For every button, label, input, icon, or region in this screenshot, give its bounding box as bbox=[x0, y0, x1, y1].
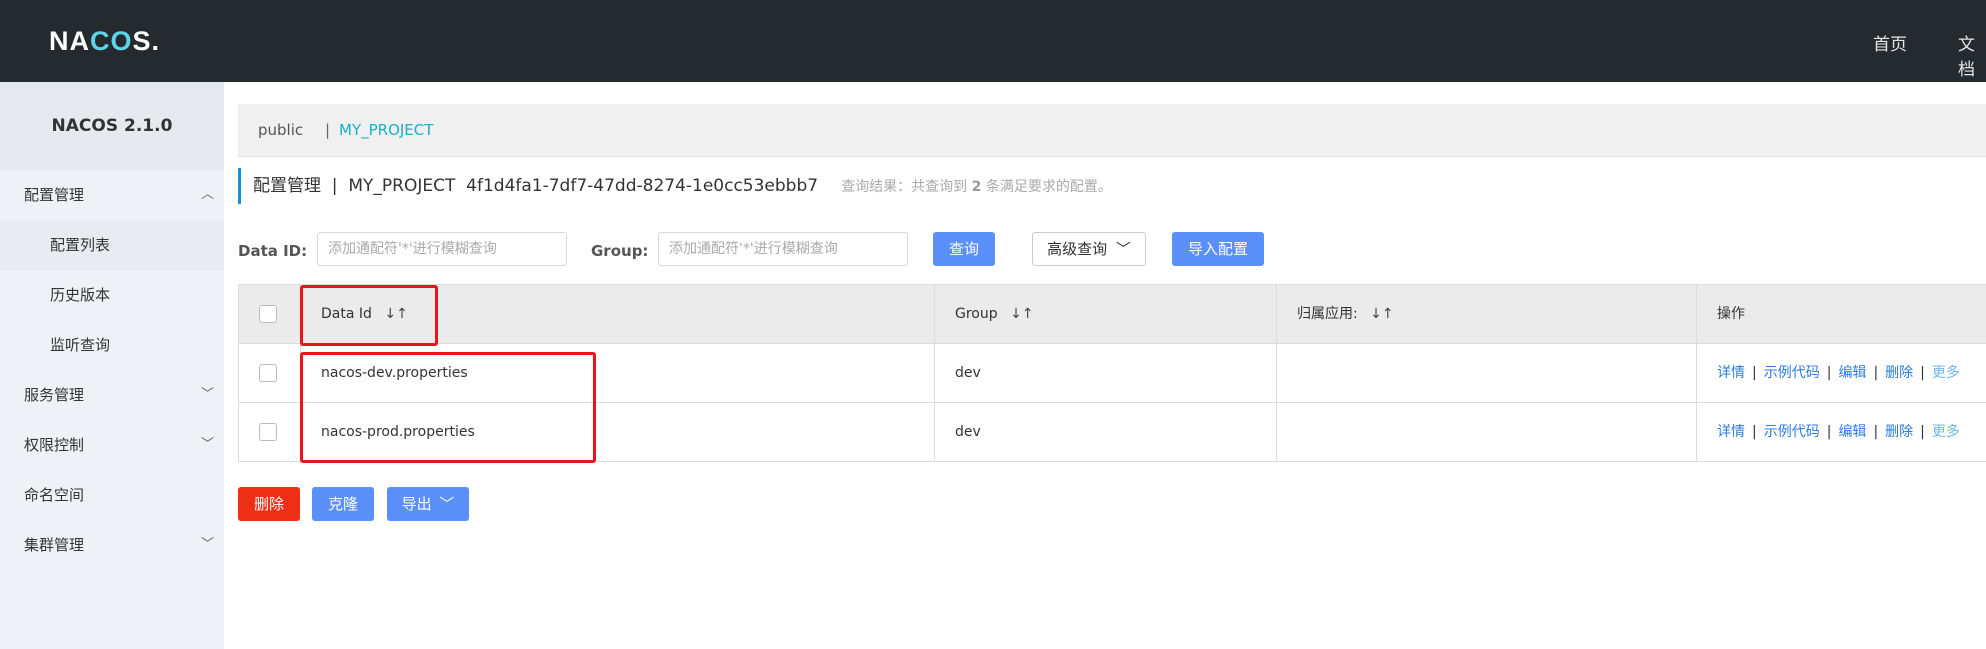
edit-link[interactable]: 编辑 bbox=[1838, 365, 1866, 381]
sidebar-item-label: 监听查询 bbox=[50, 336, 111, 354]
clone-button[interactable]: 克隆 bbox=[312, 487, 374, 521]
delete-link[interactable]: 删除 bbox=[1885, 365, 1913, 381]
query-result-hint: 查询结果：共查询到 2 条满足要求的配置。 bbox=[841, 179, 1112, 195]
advanced-query-label: 高级查询 bbox=[1047, 240, 1108, 258]
data-id-search-input[interactable] bbox=[317, 232, 567, 266]
data-id-cell: nacos-dev.properties bbox=[301, 344, 935, 402]
operations-cell: 详情 | 示例代码 | 编辑 | 删除 | 更多 bbox=[1697, 344, 1986, 402]
chevron-down-icon: ﹀ bbox=[1115, 240, 1131, 258]
sidebar-item-label: 权限控制 bbox=[24, 436, 85, 454]
sidebar: NACOS 2.1.0 配置管理 ︿ 配置列表 历史版本 监听查询 服务管理 ﹀… bbox=[0, 82, 224, 649]
sidebar-item-label: 命名空间 bbox=[24, 486, 85, 504]
sidebar-item-namespace[interactable]: 命名空间 bbox=[0, 470, 224, 520]
sample-code-link[interactable]: 示例代码 bbox=[1764, 365, 1820, 381]
group-cell: dev bbox=[935, 403, 1277, 461]
hint-prefix: 查询结果：共查询到 bbox=[841, 179, 968, 195]
namespace-current-link[interactable]: MY_PROJECT bbox=[339, 104, 433, 156]
select-all-cell bbox=[239, 285, 301, 343]
detail-link[interactable]: 详情 bbox=[1717, 424, 1745, 440]
hint-count: 2 bbox=[971, 179, 982, 195]
sidebar-item-label: 集群管理 bbox=[24, 536, 85, 554]
select-all-checkbox[interactable] bbox=[259, 305, 277, 323]
sort-icon[interactable]: ↓↑ bbox=[1370, 306, 1393, 322]
page-title-text: 配置管理 | MY_PROJECT 4f1d4fa1-7df7-47dd-827… bbox=[253, 176, 819, 196]
sort-icon[interactable]: ↓↑ bbox=[1010, 306, 1033, 322]
sidebar-item-permission-control[interactable]: 权限控制 ﹀ bbox=[0, 420, 224, 470]
sidebar-item-config-list[interactable]: 配置列表 bbox=[0, 220, 224, 270]
app-cell bbox=[1277, 403, 1697, 461]
namespace-separator: | bbox=[325, 121, 331, 139]
sidebar-item-cluster-management[interactable]: 集群管理 ﹀ bbox=[0, 520, 224, 570]
row-checkbox[interactable] bbox=[259, 423, 277, 441]
sidebar-item-label: 配置管理 bbox=[24, 186, 85, 204]
column-label: Data Id bbox=[321, 306, 372, 322]
row-checkbox[interactable] bbox=[259, 364, 277, 382]
sidebar-item-label: 历史版本 bbox=[50, 286, 111, 304]
more-link[interactable]: 更多 bbox=[1932, 365, 1960, 381]
namespace-public-link[interactable]: public bbox=[258, 104, 303, 156]
group-cell: dev bbox=[935, 344, 1277, 402]
group-search-input[interactable] bbox=[658, 232, 908, 266]
op-separator: | bbox=[1826, 424, 1832, 440]
sort-icon[interactable]: ↓↑ bbox=[384, 306, 407, 322]
chevron-down-icon: ﹀ bbox=[200, 387, 214, 402]
sidebar-item-label: 服务管理 bbox=[24, 386, 85, 404]
op-separator: | bbox=[1752, 424, 1757, 440]
op-separator: | bbox=[1752, 365, 1757, 381]
column-label: Group bbox=[955, 306, 998, 322]
hint-suffix: 条满足要求的配置。 bbox=[985, 179, 1112, 195]
table-header-row: Data Id ↓↑ Group ↓↑ 归属应用: ↓↑ 操作 bbox=[239, 285, 1986, 344]
chevron-up-icon: ︿ bbox=[200, 187, 214, 202]
advanced-query-button[interactable]: 高级查询 ﹀ bbox=[1032, 232, 1146, 266]
column-header-data-id[interactable]: Data Id ↓↑ bbox=[301, 285, 935, 343]
data-id-label: Data ID: bbox=[238, 242, 308, 260]
sample-code-link[interactable]: 示例代码 bbox=[1764, 424, 1820, 440]
operations-cell: 详情 | 示例代码 | 编辑 | 删除 | 更多 bbox=[1697, 403, 1986, 461]
export-button[interactable]: 导出 ﹀ bbox=[387, 487, 469, 521]
row-select-cell bbox=[239, 344, 301, 402]
column-header-app[interactable]: 归属应用: ↓↑ bbox=[1277, 285, 1697, 343]
op-separator: | bbox=[1826, 365, 1832, 381]
chevron-down-icon: ﹀ bbox=[439, 495, 455, 513]
query-button[interactable]: 查询 bbox=[933, 232, 995, 266]
main-content: public | MY_PROJECT 配置管理 | MY_PROJECT 4f… bbox=[224, 82, 1986, 649]
page-title: 配置管理 | MY_PROJECT 4f1d4fa1-7df7-47dd-827… bbox=[238, 168, 1112, 204]
sidebar-item-config-management[interactable]: 配置管理 ︿ bbox=[0, 170, 224, 220]
sidebar-item-history[interactable]: 历史版本 bbox=[0, 270, 224, 320]
op-separator: | bbox=[1873, 424, 1879, 440]
group-label: Group: bbox=[591, 242, 649, 260]
sidebar-item-listener-query[interactable]: 监听查询 bbox=[0, 320, 224, 370]
column-header-operations: 操作 bbox=[1697, 285, 1986, 343]
chevron-down-icon: ﹀ bbox=[200, 537, 214, 552]
table-row: nacos-prod.properties dev 详情 | 示例代码 | 编辑 | 删除 |… bbox=[239, 403, 1986, 462]
column-label: 操作 bbox=[1717, 306, 1745, 322]
detail-link[interactable]: 详情 bbox=[1717, 365, 1745, 381]
table-row: nacos-dev.properties dev 详情 | 示例代码 | 编辑 | 删除 | 更… bbox=[239, 344, 1986, 403]
delete-link[interactable]: 删除 bbox=[1885, 424, 1913, 440]
export-label: 导出 bbox=[401, 495, 432, 513]
app-cell bbox=[1277, 344, 1697, 402]
data-id-cell: nacos-prod.properties bbox=[301, 403, 935, 461]
namespace-bar: public | MY_PROJECT bbox=[238, 104, 1986, 157]
config-table: Data Id ↓↑ Group ↓↑ 归属应用: ↓↑ 操作 nacos-de… bbox=[238, 284, 1986, 462]
chevron-down-icon: ﹀ bbox=[200, 437, 214, 452]
sidebar-item-label: 配置列表 bbox=[50, 236, 111, 254]
nacos-logo[interactable]: NACOS. bbox=[49, 26, 160, 57]
more-link[interactable]: 更多 bbox=[1932, 424, 1960, 440]
row-select-cell bbox=[239, 403, 301, 461]
sidebar-version: NACOS 2.1.0 bbox=[0, 82, 224, 170]
edit-link[interactable]: 编辑 bbox=[1838, 424, 1866, 440]
nav-home-link[interactable]: 首页 bbox=[1873, 30, 1907, 55]
op-separator: | bbox=[1920, 365, 1925, 381]
column-header-group[interactable]: Group ↓↑ bbox=[935, 285, 1277, 343]
nav-docs-link[interactable]: 文档 bbox=[1958, 30, 1986, 80]
op-separator: | bbox=[1873, 365, 1879, 381]
column-label: 归属应用: bbox=[1297, 306, 1358, 322]
batch-delete-button[interactable]: 删除 bbox=[238, 487, 300, 521]
sidebar-item-service-management[interactable]: 服务管理 ﹀ bbox=[0, 370, 224, 420]
op-separator: | bbox=[1920, 424, 1925, 440]
import-config-button[interactable]: 导入配置 bbox=[1172, 232, 1264, 266]
top-bar: NACOS. 首页 文档 bbox=[0, 0, 1986, 82]
